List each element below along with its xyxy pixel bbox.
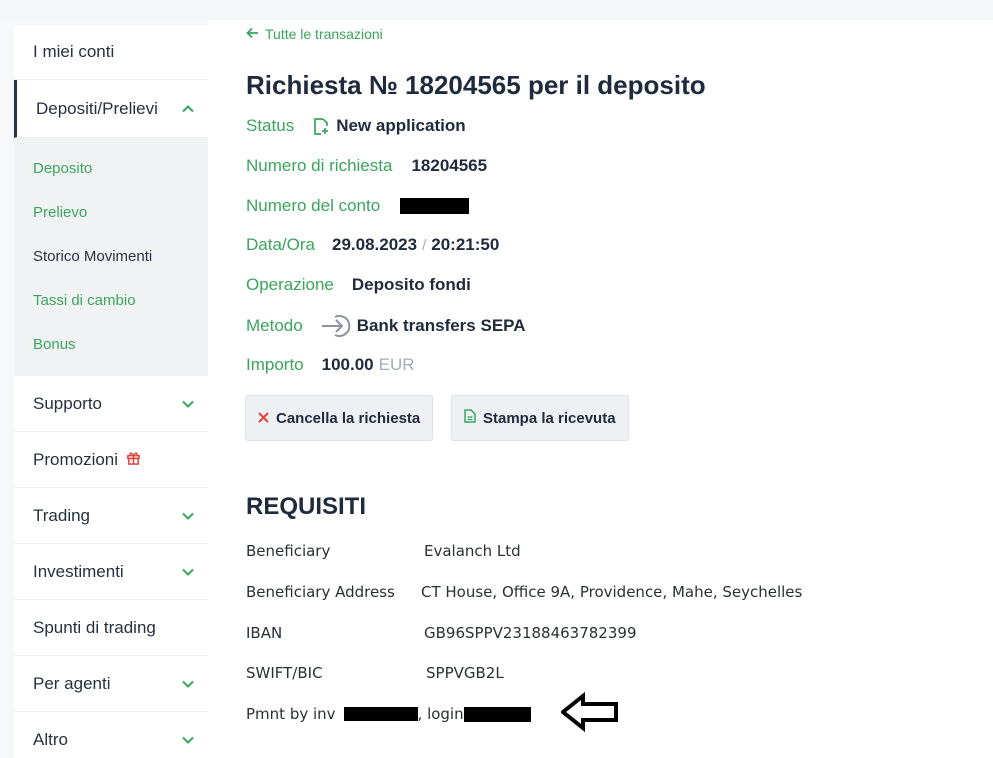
requirement-value: SPPVGB2L [426,664,504,682]
requirement-label: SWIFT/BIC [246,664,323,682]
datetime-label: Data/Ora [246,235,315,254]
sidebar-item-other[interactable]: Altro [14,712,208,758]
requirement-label: Beneficiary Address [246,583,395,601]
sidebar: I miei conti Depositi/Prelievi Deposito … [14,25,208,758]
sidebar-item-label: Supporto [33,393,102,413]
sidebar-submenu: Deposito Prelievo Storico Movimenti Tass… [14,138,208,376]
sidebar-item-trading[interactable]: Trading [14,488,208,544]
status-value: New application [336,116,466,135]
amount-row: Importo 100.00 EUR [246,355,415,375]
sidebar-subitem-bonus[interactable]: Bonus [14,322,208,366]
page-title: Richiesta № 18204565 per il deposito [246,70,706,100]
payment-reference-row: Pmnt by inv , login [246,705,531,723]
date-value: 29.08.2023 [331,235,418,254]
print-receipt-button[interactable]: Stampa la ricevuta [451,395,629,441]
amount-label: Importo [246,355,304,374]
chevron-down-icon [180,732,196,748]
sidebar-item-deposits[interactable]: Depositi/Prelievi [14,80,208,138]
arrow-left-icon [246,26,259,42]
operation-row: Operazione Deposito fondi [246,275,471,295]
top-bar [0,0,993,20]
print-receipt-label: Stampa la ricevuta [483,409,616,427]
requirement-value: GB96SPPV23188463782399 [424,624,637,642]
sidebar-subitem-exchange-rates[interactable]: Tassi di cambio [14,278,208,322]
sidebar-item-label: I miei conti [33,42,115,61]
document-icon [464,409,476,427]
sidebar-subitem-withdrawal[interactable]: Prelievo [14,190,208,234]
sidebar-item-label: Depositi/Prelievi [36,98,158,118]
back-link-label: Tutte le transazioni [265,26,383,42]
sidebar-item-label: Trading [33,505,91,525]
method-value: Bank transfers SEPA [356,316,526,335]
status-label: Status [246,116,295,135]
chevron-up-icon [180,101,196,117]
chevron-down-icon [180,508,196,524]
operation-label: Operazione [246,275,334,294]
requirement-value: CT House, Office 9A, Providence, Mahe, S… [421,583,803,601]
payment-reference-login: , login [417,705,464,723]
cancel-request-button[interactable]: Cancella la richiesta [245,395,434,441]
chevron-down-icon [180,676,196,692]
sidebar-item-investments[interactable]: Investimenti [14,544,208,600]
sidebar-item-my-accounts[interactable]: I miei conti [14,25,208,80]
payment-reference-prefix: Pmnt by inv [246,705,336,723]
chevron-down-icon [180,396,196,412]
redacted-account-number [400,198,470,214]
account-number-row: Numero del conto [246,196,470,216]
request-number-value: 18204565 [411,156,488,175]
amount-currency: EUR [378,355,415,374]
sidebar-item-label: Altro [33,729,68,749]
sidebar-item-label: Spunti di trading [33,617,156,637]
time-value: 20:21:50 [431,235,500,254]
sidebar-item-label: Per agenti [33,673,111,693]
request-number-row: Numero di richiesta 18204565 [246,156,487,176]
sidebar-subitem-deposit[interactable]: Deposito [14,146,208,190]
amount-value: 100.00 [321,355,374,374]
requirements-title: REQUISITI [246,493,367,520]
account-number-label: Numero del conto [246,196,381,215]
sidebar-item-trading-ideas[interactable]: Spunti di trading [14,600,208,656]
requirement-label: IBAN [246,624,283,642]
new-application-icon [313,117,330,136]
status-row: Status New application [246,116,466,136]
chevron-down-icon [180,564,196,580]
close-icon [258,410,269,427]
cancel-request-label: Cancella la richiesta [276,409,421,427]
requirement-value: Evalanch Ltd [424,542,521,560]
sidebar-subitem-history[interactable]: Storico Movimenti [14,234,208,278]
back-link[interactable]: Tutte le transazioni [246,26,383,42]
bank-transfer-icon [321,313,353,339]
requirement-label: Beneficiary [246,542,331,560]
operation-value: Deposito fondi [351,275,471,294]
redacted-login [463,706,531,722]
datetime-separator: / [422,236,427,254]
redacted-invoice [343,707,418,721]
sidebar-item-label: Promozioni [33,449,119,469]
arrow-left-icon [559,691,619,737]
sidebar-item-support[interactable]: Supporto [14,376,208,432]
sidebar-item-label: Investimenti [33,561,124,581]
request-number-label: Numero di richiesta [246,156,393,175]
gift-icon [126,450,141,470]
datetime-row: Data/Ora 29.08.2023 / 20:21:50 [246,235,499,255]
method-row: Metodo Bank transfers SEPA [246,313,526,339]
sidebar-item-promotions[interactable]: Promozioni [14,432,208,488]
method-label: Metodo [246,316,303,335]
sidebar-item-agents[interactable]: Per agenti [14,656,208,712]
